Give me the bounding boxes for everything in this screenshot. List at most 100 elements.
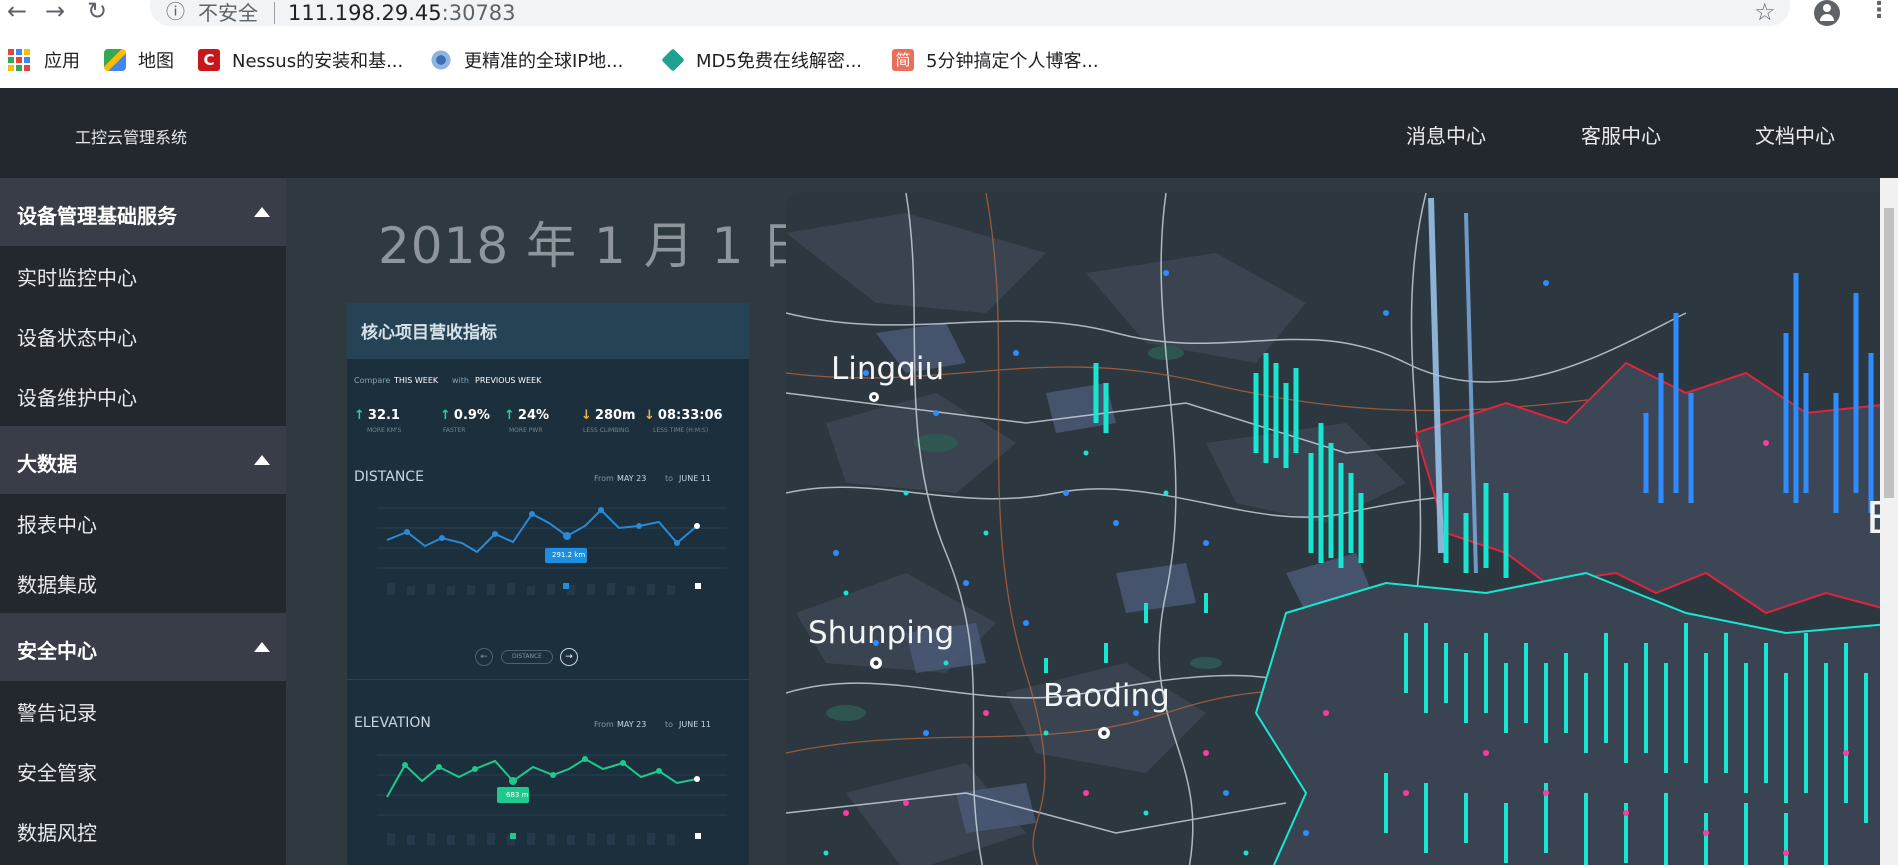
section-title: 设备管理基础服务	[17, 204, 177, 228]
info-icon[interactable]: ⓘ	[166, 0, 186, 24]
bookmark-ip[interactable]: 更精准的全球IP地...	[430, 42, 623, 78]
app-brand[interactable]: 工控云管理系统	[75, 124, 187, 148]
bookmark-maps[interactable]: 地图	[104, 42, 174, 78]
ip-lookup-icon	[430, 49, 452, 71]
caret-up-icon	[254, 642, 270, 652]
arrow-up-icon: ↑	[504, 408, 515, 423]
map-label-city: Shunping	[808, 615, 955, 651]
map-canvas	[786, 193, 1898, 865]
address-divider	[274, 2, 275, 24]
sidebar-section-security[interactable]: 安全中心	[0, 613, 286, 681]
map-visualization[interactable]: Lingqiu Shunping Baoding Be	[786, 193, 1898, 865]
sidebar-item-realtime-monitor[interactable]: 实时监控中心	[17, 262, 137, 291]
stat-value: ↑ 24%	[504, 408, 549, 423]
caret-up-icon	[254, 455, 270, 465]
bookmark-md5[interactable]: MD5免费在线解密...	[661, 42, 863, 78]
stat-value: ↓ 08:33:06	[644, 408, 723, 423]
sidebar-item-data-risk-control[interactable]: 数据风控	[17, 817, 97, 846]
arrow-up-icon: ↑	[440, 408, 451, 423]
bookmarks-bar: 应用 地图 C Nessus的安装和基... 更精准的全球IP地... MD5免…	[0, 42, 1898, 78]
compare-with: with	[452, 376, 469, 385]
compare-label: Compare	[354, 376, 391, 385]
sidebar-section-device-management[interactable]: 设备管理基础服务	[0, 178, 286, 246]
jianshu-icon: 简	[892, 49, 914, 71]
metrics-panel-header: 核心项目营收指标	[347, 303, 749, 359]
map-label-city: Baoding	[1043, 678, 1170, 714]
metrics-panel-title: 核心项目营收指标	[361, 323, 497, 343]
scrollbar-thumb[interactable]	[1884, 208, 1894, 498]
distance-end-date[interactable]: JUNE 11	[679, 474, 711, 483]
elevation-to: to	[665, 720, 674, 729]
sidebar-item-reports[interactable]: 报表中心	[17, 509, 97, 538]
sidebar-section-big-data[interactable]: 大数据	[0, 426, 286, 494]
bookmark-label: Nessus的安装和基...	[232, 51, 404, 72]
distance-label: DISTANCE	[354, 469, 424, 485]
elevation-chart	[377, 754, 727, 845]
url-host: 111.198.29.45	[288, 1, 442, 25]
stat-caption: LESS CLIMBING	[583, 427, 630, 434]
bookmark-label: 地图	[138, 51, 174, 72]
bookmark-blog[interactable]: 简 5分钟搞定个人博客...	[892, 42, 1099, 78]
metrics-panel: 核心项目营收指标 Compare THIS WEEK with PREVIOUS…	[347, 303, 749, 865]
bookmark-apps[interactable]: 应用	[8, 42, 80, 78]
insecure-label: 不安全	[198, 1, 258, 25]
browser-chrome: ← → ↻ ⓘ 不安全 111.198.29.45:30783 ☆ ⋮ 应用 地…	[0, 0, 1898, 88]
bookmark-label: 应用	[44, 51, 80, 72]
sidebar-item-alert-records[interactable]: 警告记录	[17, 697, 97, 726]
reload-icon[interactable]: ↻	[84, 0, 110, 26]
caret-up-icon	[254, 207, 270, 217]
account-icon[interactable]	[1814, 0, 1840, 26]
stat-caption: MORE KM'S	[367, 427, 402, 434]
page-scrollbar[interactable]	[1880, 178, 1898, 865]
sidebar-item-device-status[interactable]: 设备状态中心	[17, 322, 137, 351]
back-icon[interactable]: ←	[4, 0, 30, 26]
bookmark-nessus[interactable]: C Nessus的安装和基...	[198, 42, 403, 78]
app-header: 工控云管理系统 消息中心 客服中心 文档中心	[0, 88, 1898, 178]
next-arrow-icon[interactable]: →	[560, 648, 578, 666]
bookmark-star-icon[interactable]: ☆	[1754, 0, 1776, 24]
bookmark-label: 5分钟搞定个人博客...	[926, 51, 1099, 72]
nav-message-center[interactable]: 消息中心	[1406, 120, 1486, 149]
dashboard-date: 2018 年 1 月 1 日	[378, 217, 813, 275]
stat-caption: FASTER	[443, 427, 466, 434]
prev-arrow-icon[interactable]: ←	[475, 648, 493, 666]
elevation-end-date[interactable]: JUNE 11	[679, 720, 711, 729]
bookmark-label: 更精准的全球IP地...	[464, 51, 624, 72]
csdn-icon: C	[198, 49, 220, 71]
stat-value: ↑ 0.9%	[440, 408, 490, 423]
section-title: 大数据	[17, 452, 77, 476]
compare-previous-week[interactable]: PREVIOUS WEEK	[475, 376, 541, 385]
stat-number: 24%	[517, 408, 550, 423]
sidebar-item-data-integration[interactable]: 数据集成	[17, 569, 97, 598]
arrow-up-icon: ↑	[354, 408, 365, 423]
distance-from: From	[594, 474, 614, 483]
metric-select[interactable]: DISTANCE	[501, 650, 553, 664]
panel-divider	[347, 679, 749, 680]
arrow-down-icon: ↓	[644, 408, 655, 423]
stat-number: 280m	[594, 408, 636, 423]
distance-start-date[interactable]: MAY 23	[617, 474, 646, 483]
apps-grid-icon	[8, 49, 30, 71]
section-title: 安全中心	[17, 639, 97, 663]
forward-icon[interactable]: →	[42, 0, 68, 26]
distance-tooltip: 291.2 km	[552, 551, 586, 559]
nav-docs-center[interactable]: 文档中心	[1755, 120, 1835, 149]
nav-customer-service[interactable]: 客服中心	[1581, 120, 1661, 149]
main-content: 2018 年 1 月 1 日 核心项目营收指标 Compare THIS WEE…	[286, 178, 1898, 865]
map-label-city: Lingqiu	[831, 351, 945, 387]
more-menu-icon[interactable]: ⋮	[1868, 0, 1890, 22]
elevation-start-date[interactable]: MAY 23	[617, 720, 646, 729]
elevation-from: From	[594, 720, 614, 729]
address-row: ← → ↻ ⓘ 不安全 111.198.29.45:30783 ☆ ⋮	[0, 0, 1898, 26]
elevation-label: ELEVATION	[354, 715, 431, 731]
bookmark-label: MD5免费在线解密...	[696, 51, 863, 72]
url-port: :30783	[441, 1, 516, 25]
compare-this-week[interactable]: THIS WEEK	[394, 376, 438, 385]
sidebar-item-device-maintenance[interactable]: 设备维护中心	[17, 382, 137, 411]
stat-number: 32.1	[367, 408, 400, 423]
sidebar: 设备管理基础服务 实时监控中心 设备状态中心 设备维护中心 大数据 报表中心 数…	[0, 178, 286, 865]
url-text[interactable]: 111.198.29.45:30783	[288, 0, 516, 26]
sidebar-item-security-manager[interactable]: 安全管家	[17, 757, 97, 786]
stat-value: ↑ 32.1	[354, 408, 400, 423]
distance-to: to	[665, 474, 674, 483]
